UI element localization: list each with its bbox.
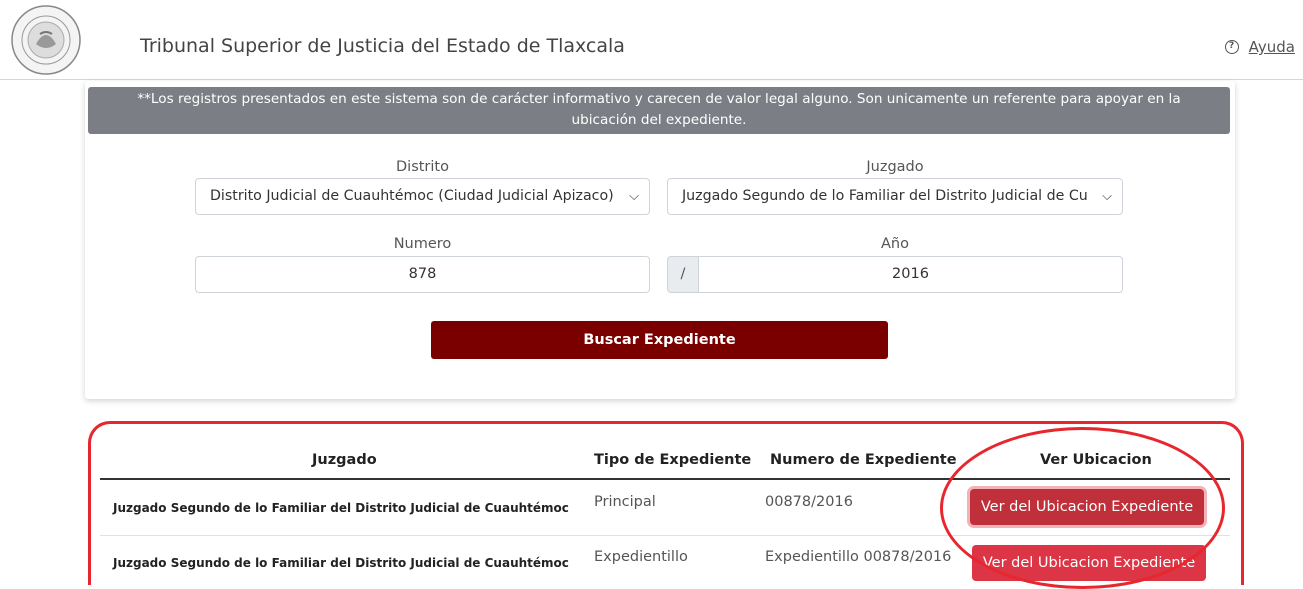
juzgado-select[interactable]: Juzgado Segundo de lo Familiar del Distr…	[667, 178, 1123, 215]
row-1-juzgado: Juzgado Segundo de lo Familiar del Distr…	[113, 501, 569, 515]
row-1-numero: 00878/2016	[765, 494, 853, 510]
distrito-label: Distrito	[396, 159, 449, 175]
chevron-down-icon: ⌵	[1102, 189, 1112, 204]
table-row-divider	[100, 535, 1230, 536]
search-card: **Los registros presentados en este sist…	[85, 81, 1235, 399]
chevron-down-icon: ⌵	[629, 189, 639, 204]
ver-ubicacion-button-row-2[interactable]: Ver del Ubicacion Expediente	[972, 545, 1206, 581]
juzgado-label: Juzgado	[866, 159, 924, 175]
tribunal-seal-logo	[11, 5, 81, 75]
anio-prefix: /	[667, 256, 699, 293]
help-link[interactable]: Ayuda	[1249, 38, 1295, 56]
distrito-select[interactable]: Distrito Judicial de Cuauhtémoc (Ciudad …	[195, 178, 650, 215]
legal-notice: **Los registros presentados en este sist…	[88, 87, 1230, 134]
buscar-expediente-button[interactable]: Buscar Expediente	[431, 321, 888, 359]
row-2-numero: Expedientillo 00878/2016	[765, 549, 952, 565]
row-2-juzgado: Juzgado Segundo de lo Familiar del Distr…	[113, 556, 569, 570]
header-tipo: Tipo de Expediente	[594, 452, 752, 468]
help-area[interactable]: ? Ayuda	[1224, 38, 1295, 56]
header-numero: Numero de Expediente	[770, 452, 957, 468]
anio-label: Año	[881, 236, 909, 252]
numero-label: Numero	[393, 236, 452, 252]
ver-ubicacion-button-row-1[interactable]: Ver del Ubicacion Expediente	[970, 489, 1204, 525]
header-juzgado: Juzgado	[312, 452, 377, 468]
row-1-tipo: Principal	[594, 494, 656, 510]
row-2-tipo: Expedientillo	[594, 549, 688, 565]
numero-input[interactable]: 878	[195, 256, 650, 293]
anio-input[interactable]: 2016	[698, 256, 1123, 293]
site-title: Tribunal Superior de Justicia del Estado…	[140, 35, 625, 57]
site-header: Tribunal Superior de Justicia del Estado…	[0, 0, 1303, 80]
distrito-selected-value: Distrito Judicial de Cuauhtémoc (Ciudad …	[210, 188, 614, 204]
question-circle-icon[interactable]: ?	[1224, 40, 1239, 54]
table-header-divider	[100, 478, 1230, 480]
juzgado-selected-value: Juzgado Segundo de lo Familiar del Distr…	[682, 188, 1088, 204]
header-ver-ubicacion: Ver Ubicacion	[1040, 452, 1152, 468]
